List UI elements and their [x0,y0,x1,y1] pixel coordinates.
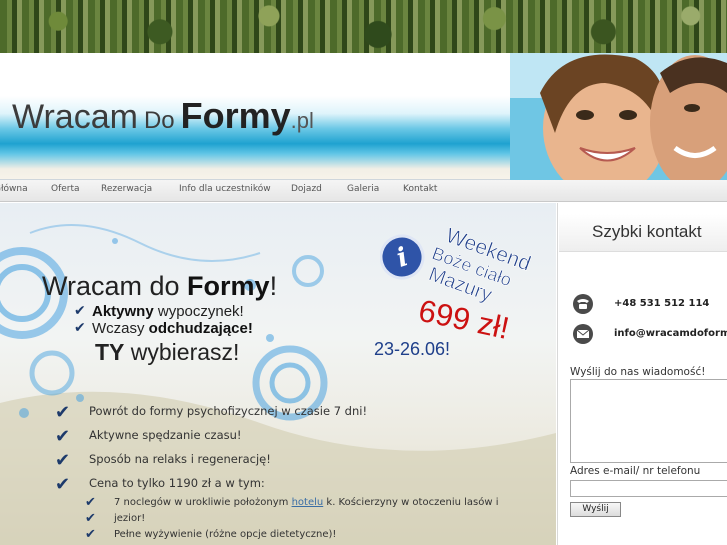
check-icon: ✔ [85,511,96,526]
main-nav: Główna Oferta Rezerwacja Info dla uczest… [0,180,727,202]
check-icon: ✔ [55,450,71,471]
contact-address-label: Adres e-mail/ nr telefonu [570,465,701,477]
nav-home[interactable]: Główna [0,184,28,194]
logo-text-wracam: Wracam [12,98,138,136]
hero-line-slimming: Wczasy odchudzające! [92,320,253,337]
nav-directions[interactable]: Dojazd [291,184,322,194]
forest-banner [0,0,727,53]
contact-address-input[interactable] [570,480,727,497]
page: WracamDoFormy.pl Główna Oferta Rezerwacj… [0,0,727,545]
feature-item: Cena to tylko 1190 zł a w tym: [89,476,265,490]
detail-item: 7 noclegów w urokliwie położonym hotelu … [114,497,499,508]
hero-title: Wracam do Formy! [42,271,278,301]
hero-line-active: Aktywny wypoczynek! [92,303,244,320]
nav-reservation[interactable]: Rezerwacja [101,184,152,194]
check-icon: ✔ [55,402,71,423]
email-row: info@wracamdoformy.pl [570,323,727,349]
promo-price: 699 zł! [416,293,513,346]
couple-photo [510,53,727,180]
detail-item-cont: jezior! [114,513,146,524]
phone-number[interactable]: +48 531 512 114 [614,298,709,309]
sidebar-title-bar: Szybki kontakt [559,214,727,252]
sidebar-title: Szybki kontakt [592,222,702,241]
hotel-link[interactable]: hotelu [292,497,324,508]
hero-line-choose: TY wybierasz! [95,339,240,365]
check-icon: ✔ [85,527,96,542]
check-icon: ✔ [55,426,71,447]
header-banner: Wracam Do Formy.pl [0,53,727,180]
nav-gallery[interactable]: Galeria [347,184,379,194]
nav-contact[interactable]: Kontakt [403,184,437,194]
feature-item: Aktywne spędzanie czasu! [89,428,242,442]
feature-item: Sposób na relaks i regenerację! [89,452,271,466]
detail-item: Pełne wyżywienie (różne opcje dietetyczn… [114,529,337,540]
check-icon: ✔ [55,474,71,495]
message-label: Wyślij do nas wiadomość! [570,366,706,378]
main-content: Wracam do Formy! ✔ Aktywny wypoczynek! ✔… [0,203,556,545]
phone-icon [573,294,593,314]
nav-participant-info[interactable]: Info dla uczestników [179,184,271,194]
email-address[interactable]: info@wracamdoformy.pl [614,328,727,339]
send-button[interactable]: Wyślij [570,502,621,517]
logo-text-formy: Formy [180,95,291,136]
envelope-icon [573,324,593,344]
quick-contact-sidebar: Szybki kontakt +48 531 512 114 info@wrac… [557,203,727,545]
phone-row: +48 531 512 114 [570,293,727,319]
check-icon: ✔ [74,303,86,319]
promo-dates: 23-26.06! [374,339,451,359]
message-textarea[interactable] [570,379,727,463]
check-icon: ✔ [74,320,86,336]
logo-text-pl: .pl [290,108,314,133]
nav-offer[interactable]: Oferta [51,184,80,194]
logo-text-do: Do [143,107,175,134]
feature-item: Powrót do formy psychofizycznej w czasie… [89,404,368,418]
site-logo[interactable]: Wracam Do Formy.pl [12,95,314,137]
check-icon: ✔ [85,495,96,510]
